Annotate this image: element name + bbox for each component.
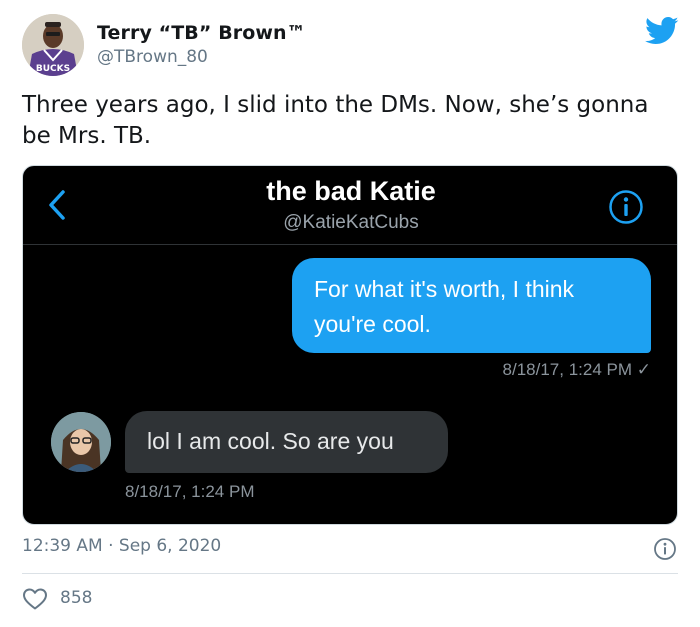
author-avatar[interactable]: BUCKS	[22, 14, 84, 76]
like-count: 858	[60, 588, 93, 608]
contact-avatar[interactable]	[51, 412, 111, 472]
twitter-bird-icon[interactable]	[645, 16, 679, 46]
info-icon[interactable]	[653, 537, 677, 561]
contact-avatar-image	[51, 412, 111, 472]
info-icon[interactable]	[608, 189, 644, 225]
heart-icon[interactable]	[22, 587, 48, 611]
dm-contact-handle: @KatieKatCubs	[283, 212, 419, 233]
message-timestamp-received: 8/18/17, 1:24 PM	[125, 482, 255, 501]
dm-screenshot[interactable]: the bad Katie @KatieKatCubs For what it'…	[22, 165, 678, 525]
author-handle[interactable]: @TBrown_80	[97, 47, 208, 67]
tweet-card: BUCKS Terry “TB” Brown™ @TBrown_80 Three…	[0, 0, 700, 627]
tweet-timestamp[interactable]: 12:39 AM · Sep 6, 2020	[22, 536, 221, 556]
dm-header: the bad Katie @KatieKatCubs	[23, 166, 677, 244]
dm-contact-name: the bad Katie	[266, 176, 436, 206]
tweet-text: Three years ago, I slid into the DMs. No…	[22, 92, 649, 149]
message-timestamp-sent: 8/18/17, 1:24 PM ✓	[502, 360, 651, 379]
message-bubble-received: lol I am cool. So are you	[125, 411, 448, 473]
author-avatar-image: BUCKS	[22, 14, 84, 76]
footer-divider	[22, 573, 678, 574]
message-bubble-sent: For what it's worth, I think you're cool…	[292, 258, 651, 353]
dm-header-divider	[23, 244, 677, 245]
svg-text:BUCKS: BUCKS	[36, 64, 70, 74]
author-name[interactable]: Terry “TB” Brown™	[97, 22, 306, 44]
